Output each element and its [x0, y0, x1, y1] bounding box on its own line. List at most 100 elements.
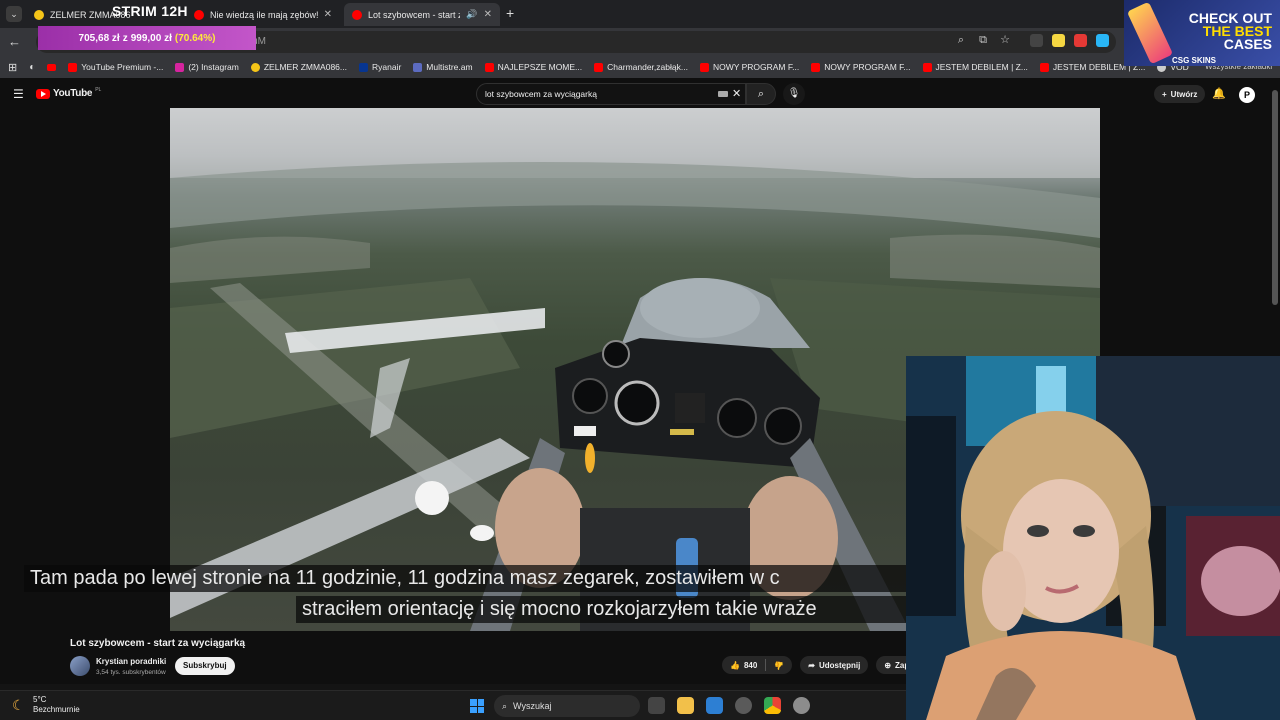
channel-avatar[interactable] — [70, 656, 90, 676]
bookmark-item[interactable]: (2) Instagram — [175, 62, 239, 72]
bookmark-favicon-icon — [594, 62, 604, 72]
page-scrollbar[interactable] — [1272, 90, 1278, 305]
bookmark-favicon-icon — [413, 62, 423, 72]
weather-description[interactable]: Bezchmurnie — [33, 705, 80, 714]
close-icon[interactable]: ✕ — [324, 9, 332, 20]
subscriber-count: 3,54 tys. subskrybentów — [96, 669, 166, 676]
goal-target: 999,00 zł — [130, 32, 172, 44]
notifications-bell-icon[interactable]: 🔔 — [1212, 87, 1226, 100]
moon-weather-icon[interactable]: ☾ — [12, 697, 25, 714]
settings-gear-icon[interactable] — [793, 697, 810, 714]
keyboard-icon[interactable] — [718, 91, 728, 97]
taskbar-apps — [648, 697, 810, 714]
bookmark-favicon-icon — [68, 62, 78, 72]
apps-grid-icon[interactable]: ⊞ — [8, 61, 17, 74]
bookmark-favicon-icon — [484, 62, 494, 72]
youtube-favicon-icon — [194, 9, 204, 20]
bookmark-item[interactable]: NOWY PROGRAM F... — [699, 62, 799, 72]
extension-icon[interactable] — [1030, 34, 1043, 47]
bookmark-item[interactable]: JESTEM DEBILEM | Z... — [922, 62, 1028, 72]
video-title: Lot szybowcem - start za wyciągarką — [70, 638, 246, 649]
weather-temperature[interactable]: 5°C — [33, 695, 46, 704]
subscribe-button[interactable]: Subskrybuj — [175, 657, 235, 675]
youtube-play-icon — [36, 88, 50, 99]
youtube-header: ☰ YouTube PL lot szybowcem za wyciągarką… — [0, 78, 1280, 108]
subtitle-line: Tam pada po lewej stronie na 11 godzinie… — [24, 565, 906, 592]
tab-label: Nie wiedzą ile mają zębów! - Yo — [210, 9, 318, 20]
store-icon[interactable] — [706, 697, 723, 714]
bookmark-favicon-icon — [922, 62, 932, 72]
bookmark-item[interactable]: Multistre.am — [413, 62, 473, 72]
windows-start-icon[interactable] — [470, 699, 484, 713]
back-arrow-icon[interactable]: ← — [8, 34, 21, 49]
youtube-bookmark-icon[interactable] — [47, 63, 57, 71]
search-box[interactable]: lot szybowcem za wyciągarką ✕ — [476, 83, 746, 105]
new-tab-button[interactable]: + — [506, 5, 514, 21]
bookmark-favicon-icon — [699, 62, 709, 72]
video-subtitles: Tam pada po lewej stronie na 11 godzinie… — [24, 565, 906, 623]
speaker-icon[interactable]: 🔊 — [466, 9, 477, 20]
tab-label: Lot szybowcem - start za w — [368, 9, 461, 20]
bookmark-favicon-icon — [175, 62, 185, 72]
windows-taskbar: ☾ 5°C Bezchmurnie ⌕ Wyszukaj — [0, 690, 906, 720]
bookmark-item[interactable]: NAJLEPSZE MOME... — [484, 62, 582, 72]
streamer-webcam — [906, 356, 1280, 720]
video-actions: 👍 840 👍 ➦ Udostępnij ⊕ Zapisz — [722, 656, 928, 674]
bookmark-item[interactable]: ZELMER ZMMA086... — [250, 62, 347, 72]
subtitle-line: straciłem orientację i się mocno rozkoja… — [296, 596, 906, 623]
like-icon[interactable]: 👍 — [730, 661, 740, 670]
bookmark-item[interactable]: Charmander,zabłąk... — [594, 62, 688, 72]
like-count[interactable]: 840 — [744, 661, 757, 670]
bookmark-item[interactable]: Ryanair — [359, 62, 401, 72]
microphone-icon[interactable]: 🎙 — [783, 83, 805, 105]
extension-icon[interactable] — [1052, 34, 1065, 47]
install-icon[interactable]: ⧉ — [977, 34, 989, 46]
divider — [765, 659, 767, 671]
bookmark-misc-icon[interactable]: ◐ — [29, 62, 35, 73]
menu-icon[interactable]: ☰ — [13, 87, 24, 101]
knife-graphic — [1126, 1, 1174, 65]
bookmark-favicon-icon — [250, 62, 260, 72]
clear-search-icon[interactable]: ✕ — [732, 87, 741, 100]
ad-headline: CHECK OUT THE BEST CASES — [1188, 10, 1272, 52]
bookmark-item[interactable]: YouTube Premium -... — [68, 62, 163, 72]
dislike-icon[interactable]: 👍 — [774, 661, 784, 670]
zoom-icon[interactable]: ⌕ — [955, 34, 967, 46]
extension-icon[interactable] — [1074, 34, 1087, 47]
like-dislike-group: 👍 840 👍 — [722, 656, 793, 674]
tab-favicon-icon — [34, 9, 44, 20]
tab-nie-wiedza[interactable]: Nie wiedzą ile mają zębów! - Yo ✕ — [186, 3, 340, 26]
extension-icon[interactable] — [1096, 34, 1109, 47]
goal-connector: z — [122, 32, 128, 44]
tab-lot-szybowcem[interactable]: Lot szybowcem - start za w 🔊 ✕ — [344, 3, 500, 26]
create-button[interactable]: + Utwórz — [1154, 85, 1206, 103]
browser-tab-bar: ⌄ ZELMER ZMMA086 STRIM 12H Nie wiedzą il… — [0, 0, 1280, 28]
channel-name[interactable]: Krystian poradniki — [96, 657, 166, 666]
task-view-icon[interactable] — [648, 697, 665, 714]
save-icon: ⊕ — [884, 660, 892, 670]
file-explorer-icon[interactable] — [677, 697, 694, 714]
bookmark-favicon-icon — [811, 62, 821, 72]
youtube-favicon-icon — [352, 9, 362, 20]
bookmark-star-icon[interactable]: ☆ — [999, 34, 1011, 46]
goal-percent: (70.64%) — [174, 32, 216, 44]
share-icon: ➦ — [808, 660, 815, 670]
chrome-icon[interactable] — [764, 697, 781, 714]
share-button[interactable]: ➦ Udostępnij — [800, 656, 869, 674]
ad-brand: CSG SKINS — [1172, 56, 1217, 65]
search-icon: ⌕ — [502, 700, 508, 711]
case-ad-overlay[interactable]: CHECK OUT THE BEST CASES CSG SKINS — [1124, 0, 1280, 66]
address-bar-icons: ⌕ ⧉ ☆ — [955, 34, 1011, 46]
taskbar-search[interactable]: ⌕ Wyszukaj — [494, 695, 640, 717]
account-avatar[interactable]: P — [1239, 87, 1255, 103]
search-input[interactable]: lot szybowcem za wyciągarką — [485, 89, 597, 99]
bookmark-favicon-icon — [359, 62, 368, 72]
youtube-logo[interactable]: YouTube PL — [36, 87, 101, 99]
search-button[interactable]: ⌕ — [746, 83, 776, 105]
obs-icon[interactable] — [735, 697, 752, 714]
bookmark-item[interactable]: NOWY PROGRAM F... — [811, 62, 911, 72]
webcam-scene — [906, 356, 1280, 720]
tab-search-button[interactable]: ⌄ — [6, 6, 22, 22]
plus-icon: + — [1162, 89, 1167, 99]
close-icon[interactable]: ✕ — [484, 9, 492, 20]
